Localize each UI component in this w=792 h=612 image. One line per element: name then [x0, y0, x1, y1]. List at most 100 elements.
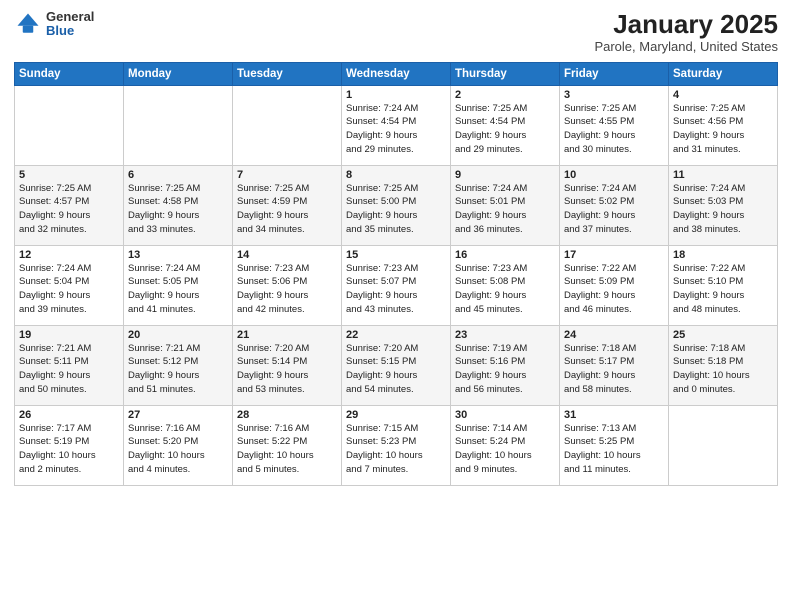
- calendar-cell: [669, 405, 778, 485]
- calendar-table: SundayMondayTuesdayWednesdayThursdayFrid…: [14, 62, 778, 486]
- day-info: Sunrise: 7:16 AM Sunset: 5:22 PM Dayligh…: [237, 422, 337, 477]
- day-info: Sunrise: 7:23 AM Sunset: 5:06 PM Dayligh…: [237, 262, 337, 317]
- calendar-cell: [124, 85, 233, 165]
- day-info: Sunrise: 7:18 AM Sunset: 5:17 PM Dayligh…: [564, 342, 664, 397]
- calendar-subtitle: Parole, Maryland, United States: [594, 39, 778, 54]
- calendar-cell: 26Sunrise: 7:17 AM Sunset: 5:19 PM Dayli…: [15, 405, 124, 485]
- calendar-cell: 17Sunrise: 7:22 AM Sunset: 5:09 PM Dayli…: [560, 245, 669, 325]
- day-info: Sunrise: 7:25 AM Sunset: 4:56 PM Dayligh…: [673, 102, 773, 157]
- day-info: Sunrise: 7:25 AM Sunset: 4:55 PM Dayligh…: [564, 102, 664, 157]
- day-number: 27: [128, 409, 228, 421]
- calendar-cell: [233, 85, 342, 165]
- day-info: Sunrise: 7:23 AM Sunset: 5:07 PM Dayligh…: [346, 262, 446, 317]
- day-number: 16: [455, 249, 555, 261]
- day-header: Friday: [560, 62, 669, 85]
- calendar-week-row: 19Sunrise: 7:21 AM Sunset: 5:11 PM Dayli…: [15, 325, 778, 405]
- day-info: Sunrise: 7:25 AM Sunset: 4:54 PM Dayligh…: [455, 102, 555, 157]
- logo-text: General Blue: [46, 10, 94, 39]
- day-number: 7: [237, 169, 337, 181]
- day-number: 31: [564, 409, 664, 421]
- calendar-cell: 1Sunrise: 7:24 AM Sunset: 4:54 PM Daylig…: [342, 85, 451, 165]
- day-info: Sunrise: 7:18 AM Sunset: 5:18 PM Dayligh…: [673, 342, 773, 397]
- day-info: Sunrise: 7:24 AM Sunset: 5:05 PM Dayligh…: [128, 262, 228, 317]
- calendar-cell: 13Sunrise: 7:24 AM Sunset: 5:05 PM Dayli…: [124, 245, 233, 325]
- day-number: 5: [19, 169, 119, 181]
- calendar-cell: 8Sunrise: 7:25 AM Sunset: 5:00 PM Daylig…: [342, 165, 451, 245]
- day-info: Sunrise: 7:22 AM Sunset: 5:10 PM Dayligh…: [673, 262, 773, 317]
- day-header: Tuesday: [233, 62, 342, 85]
- day-info: Sunrise: 7:25 AM Sunset: 4:57 PM Dayligh…: [19, 182, 119, 237]
- day-info: Sunrise: 7:20 AM Sunset: 5:14 PM Dayligh…: [237, 342, 337, 397]
- day-number: 28: [237, 409, 337, 421]
- day-info: Sunrise: 7:17 AM Sunset: 5:19 PM Dayligh…: [19, 422, 119, 477]
- calendar-week-row: 5Sunrise: 7:25 AM Sunset: 4:57 PM Daylig…: [15, 165, 778, 245]
- calendar-week-row: 1Sunrise: 7:24 AM Sunset: 4:54 PM Daylig…: [15, 85, 778, 165]
- day-info: Sunrise: 7:24 AM Sunset: 5:04 PM Dayligh…: [19, 262, 119, 317]
- calendar-cell: 19Sunrise: 7:21 AM Sunset: 5:11 PM Dayli…: [15, 325, 124, 405]
- logo-general: General: [46, 10, 94, 24]
- day-info: Sunrise: 7:16 AM Sunset: 5:20 PM Dayligh…: [128, 422, 228, 477]
- calendar-cell: 7Sunrise: 7:25 AM Sunset: 4:59 PM Daylig…: [233, 165, 342, 245]
- calendar-title: January 2025: [594, 10, 778, 39]
- calendar-cell: 23Sunrise: 7:19 AM Sunset: 5:16 PM Dayli…: [451, 325, 560, 405]
- calendar-cell: 14Sunrise: 7:23 AM Sunset: 5:06 PM Dayli…: [233, 245, 342, 325]
- calendar-cell: 9Sunrise: 7:24 AM Sunset: 5:01 PM Daylig…: [451, 165, 560, 245]
- calendar-cell: 15Sunrise: 7:23 AM Sunset: 5:07 PM Dayli…: [342, 245, 451, 325]
- day-info: Sunrise: 7:25 AM Sunset: 4:59 PM Dayligh…: [237, 182, 337, 237]
- day-number: 8: [346, 169, 446, 181]
- day-number: 21: [237, 329, 337, 341]
- day-info: Sunrise: 7:24 AM Sunset: 4:54 PM Dayligh…: [346, 102, 446, 157]
- calendar-cell: 28Sunrise: 7:16 AM Sunset: 5:22 PM Dayli…: [233, 405, 342, 485]
- day-info: Sunrise: 7:21 AM Sunset: 5:12 PM Dayligh…: [128, 342, 228, 397]
- day-number: 9: [455, 169, 555, 181]
- day-number: 24: [564, 329, 664, 341]
- calendar-cell: 5Sunrise: 7:25 AM Sunset: 4:57 PM Daylig…: [15, 165, 124, 245]
- calendar-cell: 30Sunrise: 7:14 AM Sunset: 5:24 PM Dayli…: [451, 405, 560, 485]
- day-number: 15: [346, 249, 446, 261]
- day-number: 2: [455, 89, 555, 101]
- calendar-cell: 6Sunrise: 7:25 AM Sunset: 4:58 PM Daylig…: [124, 165, 233, 245]
- day-info: Sunrise: 7:20 AM Sunset: 5:15 PM Dayligh…: [346, 342, 446, 397]
- calendar-cell: 10Sunrise: 7:24 AM Sunset: 5:02 PM Dayli…: [560, 165, 669, 245]
- calendar-cell: 21Sunrise: 7:20 AM Sunset: 5:14 PM Dayli…: [233, 325, 342, 405]
- day-info: Sunrise: 7:21 AM Sunset: 5:11 PM Dayligh…: [19, 342, 119, 397]
- day-number: 22: [346, 329, 446, 341]
- calendar-cell: 31Sunrise: 7:13 AM Sunset: 5:25 PM Dayli…: [560, 405, 669, 485]
- day-info: Sunrise: 7:22 AM Sunset: 5:09 PM Dayligh…: [564, 262, 664, 317]
- day-info: Sunrise: 7:24 AM Sunset: 5:03 PM Dayligh…: [673, 182, 773, 237]
- calendar-week-row: 26Sunrise: 7:17 AM Sunset: 5:19 PM Dayli…: [15, 405, 778, 485]
- day-info: Sunrise: 7:14 AM Sunset: 5:24 PM Dayligh…: [455, 422, 555, 477]
- calendar-cell: 12Sunrise: 7:24 AM Sunset: 5:04 PM Dayli…: [15, 245, 124, 325]
- day-info: Sunrise: 7:24 AM Sunset: 5:02 PM Dayligh…: [564, 182, 664, 237]
- day-info: Sunrise: 7:25 AM Sunset: 4:58 PM Dayligh…: [128, 182, 228, 237]
- calendar-cell: 29Sunrise: 7:15 AM Sunset: 5:23 PM Dayli…: [342, 405, 451, 485]
- calendar-cell: 3Sunrise: 7:25 AM Sunset: 4:55 PM Daylig…: [560, 85, 669, 165]
- day-number: 12: [19, 249, 119, 261]
- calendar-cell: 16Sunrise: 7:23 AM Sunset: 5:08 PM Dayli…: [451, 245, 560, 325]
- day-number: 6: [128, 169, 228, 181]
- day-number: 25: [673, 329, 773, 341]
- day-number: 20: [128, 329, 228, 341]
- day-info: Sunrise: 7:13 AM Sunset: 5:25 PM Dayligh…: [564, 422, 664, 477]
- calendar-cell: 11Sunrise: 7:24 AM Sunset: 5:03 PM Dayli…: [669, 165, 778, 245]
- day-info: Sunrise: 7:15 AM Sunset: 5:23 PM Dayligh…: [346, 422, 446, 477]
- day-number: 30: [455, 409, 555, 421]
- day-number: 1: [346, 89, 446, 101]
- day-number: 10: [564, 169, 664, 181]
- calendar-cell: 25Sunrise: 7:18 AM Sunset: 5:18 PM Dayli…: [669, 325, 778, 405]
- calendar-cell: 2Sunrise: 7:25 AM Sunset: 4:54 PM Daylig…: [451, 85, 560, 165]
- day-number: 14: [237, 249, 337, 261]
- day-number: 18: [673, 249, 773, 261]
- logo-icon: [14, 10, 42, 38]
- day-header: Saturday: [669, 62, 778, 85]
- day-number: 11: [673, 169, 773, 181]
- day-info: Sunrise: 7:25 AM Sunset: 5:00 PM Dayligh…: [346, 182, 446, 237]
- day-number: 3: [564, 89, 664, 101]
- day-number: 29: [346, 409, 446, 421]
- day-header: Wednesday: [342, 62, 451, 85]
- day-number: 17: [564, 249, 664, 261]
- calendar-cell: 24Sunrise: 7:18 AM Sunset: 5:17 PM Dayli…: [560, 325, 669, 405]
- day-info: Sunrise: 7:19 AM Sunset: 5:16 PM Dayligh…: [455, 342, 555, 397]
- calendar-cell: 27Sunrise: 7:16 AM Sunset: 5:20 PM Dayli…: [124, 405, 233, 485]
- day-info: Sunrise: 7:24 AM Sunset: 5:01 PM Dayligh…: [455, 182, 555, 237]
